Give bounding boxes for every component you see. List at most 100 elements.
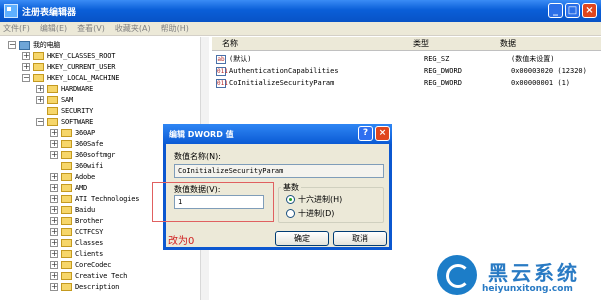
tree-node-label: SAM <box>61 96 74 104</box>
radio-hexadecimal[interactable]: 十六进制(H) <box>286 194 342 205</box>
dialog-title: 编辑 DWORD 值 <box>169 129 234 139</box>
tree-node-label: HKEY_LOCAL_MACHINE <box>47 74 120 82</box>
menu-edit[interactable]: 编辑(E) <box>40 23 67 34</box>
dword-value-icon: 011 <box>216 78 228 88</box>
expand-icon[interactable]: + <box>50 283 58 291</box>
dialog-close-button[interactable]: × <box>375 126 390 141</box>
folder-icon <box>47 85 58 93</box>
tree-node-label: 360Safe <box>75 140 104 148</box>
folder-icon <box>61 283 72 291</box>
tree-node-label: Creative Tech <box>75 272 128 280</box>
window-title: 注册表编辑器 <box>22 7 77 18</box>
value-name-field: CoInitializeSecurityParam <box>174 164 384 178</box>
list-header <box>212 37 601 51</box>
expand-icon[interactable]: + <box>50 140 58 148</box>
value-name: AuthenticationCapabilities <box>229 67 339 75</box>
folder-icon <box>47 107 58 115</box>
collapse-icon[interactable]: − <box>8 41 16 49</box>
menu-favorites[interactable]: 收藏夹(A) <box>115 23 151 34</box>
watermark-logo-icon <box>437 255 477 295</box>
expand-icon[interactable]: + <box>50 206 58 214</box>
column-header-data[interactable]: 数据 <box>500 38 516 50</box>
tree-node-label: 我的电脑 <box>33 41 61 49</box>
help-button[interactable]: ? <box>358 126 373 141</box>
collapse-icon[interactable]: − <box>22 74 30 82</box>
tree-node-label: HARDWARE <box>61 85 94 93</box>
expand-icon[interactable]: + <box>50 184 58 192</box>
tree-node-label: AMD <box>75 184 88 192</box>
column-header-name[interactable]: 名称 <box>222 38 238 50</box>
menu-file[interactable]: 文件(F) <box>3 23 30 34</box>
cancel-button[interactable]: 取消 <box>333 231 387 246</box>
expand-icon[interactable]: + <box>36 96 44 104</box>
radio-dec-label: 十进制(D) <box>298 209 335 218</box>
expand-icon[interactable]: + <box>50 228 58 236</box>
expand-icon[interactable]: + <box>22 63 30 71</box>
expand-icon[interactable]: + <box>50 217 58 225</box>
folder-icon <box>61 250 72 258</box>
tree-node-label: HKEY_CLASSES_ROOT <box>47 52 116 60</box>
folder-icon <box>61 151 72 159</box>
expand-icon[interactable]: + <box>50 173 58 181</box>
expand-icon[interactable]: + <box>50 250 58 258</box>
tree-node-label: 360softmgr <box>75 151 116 159</box>
expand-icon[interactable]: + <box>36 85 44 93</box>
folder-icon <box>61 228 72 236</box>
folder-open-icon <box>47 118 58 126</box>
watermark-title: 黑云系统 <box>488 261 580 285</box>
expand-icon[interactable]: + <box>22 52 30 60</box>
folder-icon <box>61 173 72 181</box>
expand-icon[interactable]: + <box>50 261 58 269</box>
column-header-type[interactable]: 类型 <box>413 38 429 50</box>
tree-node-label: Baidu <box>75 206 96 214</box>
value-type: REG_SZ <box>424 55 450 63</box>
tree-node[interactable]: + Description <box>50 281 119 293</box>
folder-icon <box>61 206 72 214</box>
folder-icon <box>61 162 72 170</box>
folder-icon <box>61 261 72 269</box>
watermark-url: heiyunxitong.com <box>482 284 573 294</box>
tree-node-label: Description <box>75 283 120 291</box>
ok-button[interactable]: 确定 <box>275 231 329 246</box>
value-row[interactable]: 011 AuthenticationCapabilities REG_DWORD… <box>216 65 587 77</box>
tree-node-label: CoreCodec <box>75 261 112 269</box>
expand-icon[interactable]: + <box>50 272 58 280</box>
folder-icon <box>61 217 72 225</box>
expand-icon[interactable]: + <box>50 195 58 203</box>
minimize-button[interactable]: _ <box>548 3 563 18</box>
close-button[interactable]: × <box>582 3 597 18</box>
base-label: 基数 <box>281 182 301 193</box>
dialog-titlebar: 编辑 DWORD 值 ? × <box>163 124 392 144</box>
tree-node-label: CCTFCSY <box>75 228 104 236</box>
radio-unselected-icon <box>286 209 295 218</box>
expand-icon[interactable]: + <box>50 151 58 159</box>
folder-open-icon <box>33 74 44 82</box>
folder-icon <box>47 96 58 104</box>
value-row[interactable]: 011 CoInitializeSecurityParam REG_DWORD … <box>216 77 570 89</box>
radio-decimal[interactable]: 十进制(D) <box>286 208 334 219</box>
menu-view[interactable]: 查看(V) <box>77 23 105 34</box>
dword-value-icon: 011 <box>216 66 228 76</box>
expand-icon[interactable]: + <box>50 129 58 137</box>
value-type: REG_DWORD <box>424 79 462 87</box>
annotation-text: 改为0 <box>168 236 195 247</box>
menu-bar: 文件(F) 编辑(E) 查看(V) 收藏夹(A) 帮助(H) <box>0 22 601 36</box>
tree-node-label: HKEY_CURRENT_USER <box>47 63 116 71</box>
value-data: 0x00000001 (1) <box>511 79 571 87</box>
tree-node-label: Brother <box>75 217 104 225</box>
maximize-button[interactable]: □ <box>565 3 580 18</box>
tree-node-label: ATI Technologies <box>75 195 140 203</box>
value-data: (数值未设置) <box>511 55 555 63</box>
value-name: (默认) <box>229 55 252 63</box>
value-row[interactable]: ab (默认) REG_SZ (数值未设置) <box>216 53 554 65</box>
tree-node-label: Clients <box>75 250 104 258</box>
folder-icon <box>61 184 72 192</box>
tree-node-label: 360AP <box>75 129 96 137</box>
value-name-label: 数值名称(N): <box>174 152 221 161</box>
tree-node-label: 360wifi <box>75 162 104 170</box>
expand-icon[interactable]: + <box>50 239 58 247</box>
tree-node-label: SECURITY <box>61 107 94 115</box>
value-type: REG_DWORD <box>424 67 462 75</box>
menu-help[interactable]: 帮助(H) <box>161 23 189 34</box>
collapse-icon[interactable]: − <box>36 118 44 126</box>
